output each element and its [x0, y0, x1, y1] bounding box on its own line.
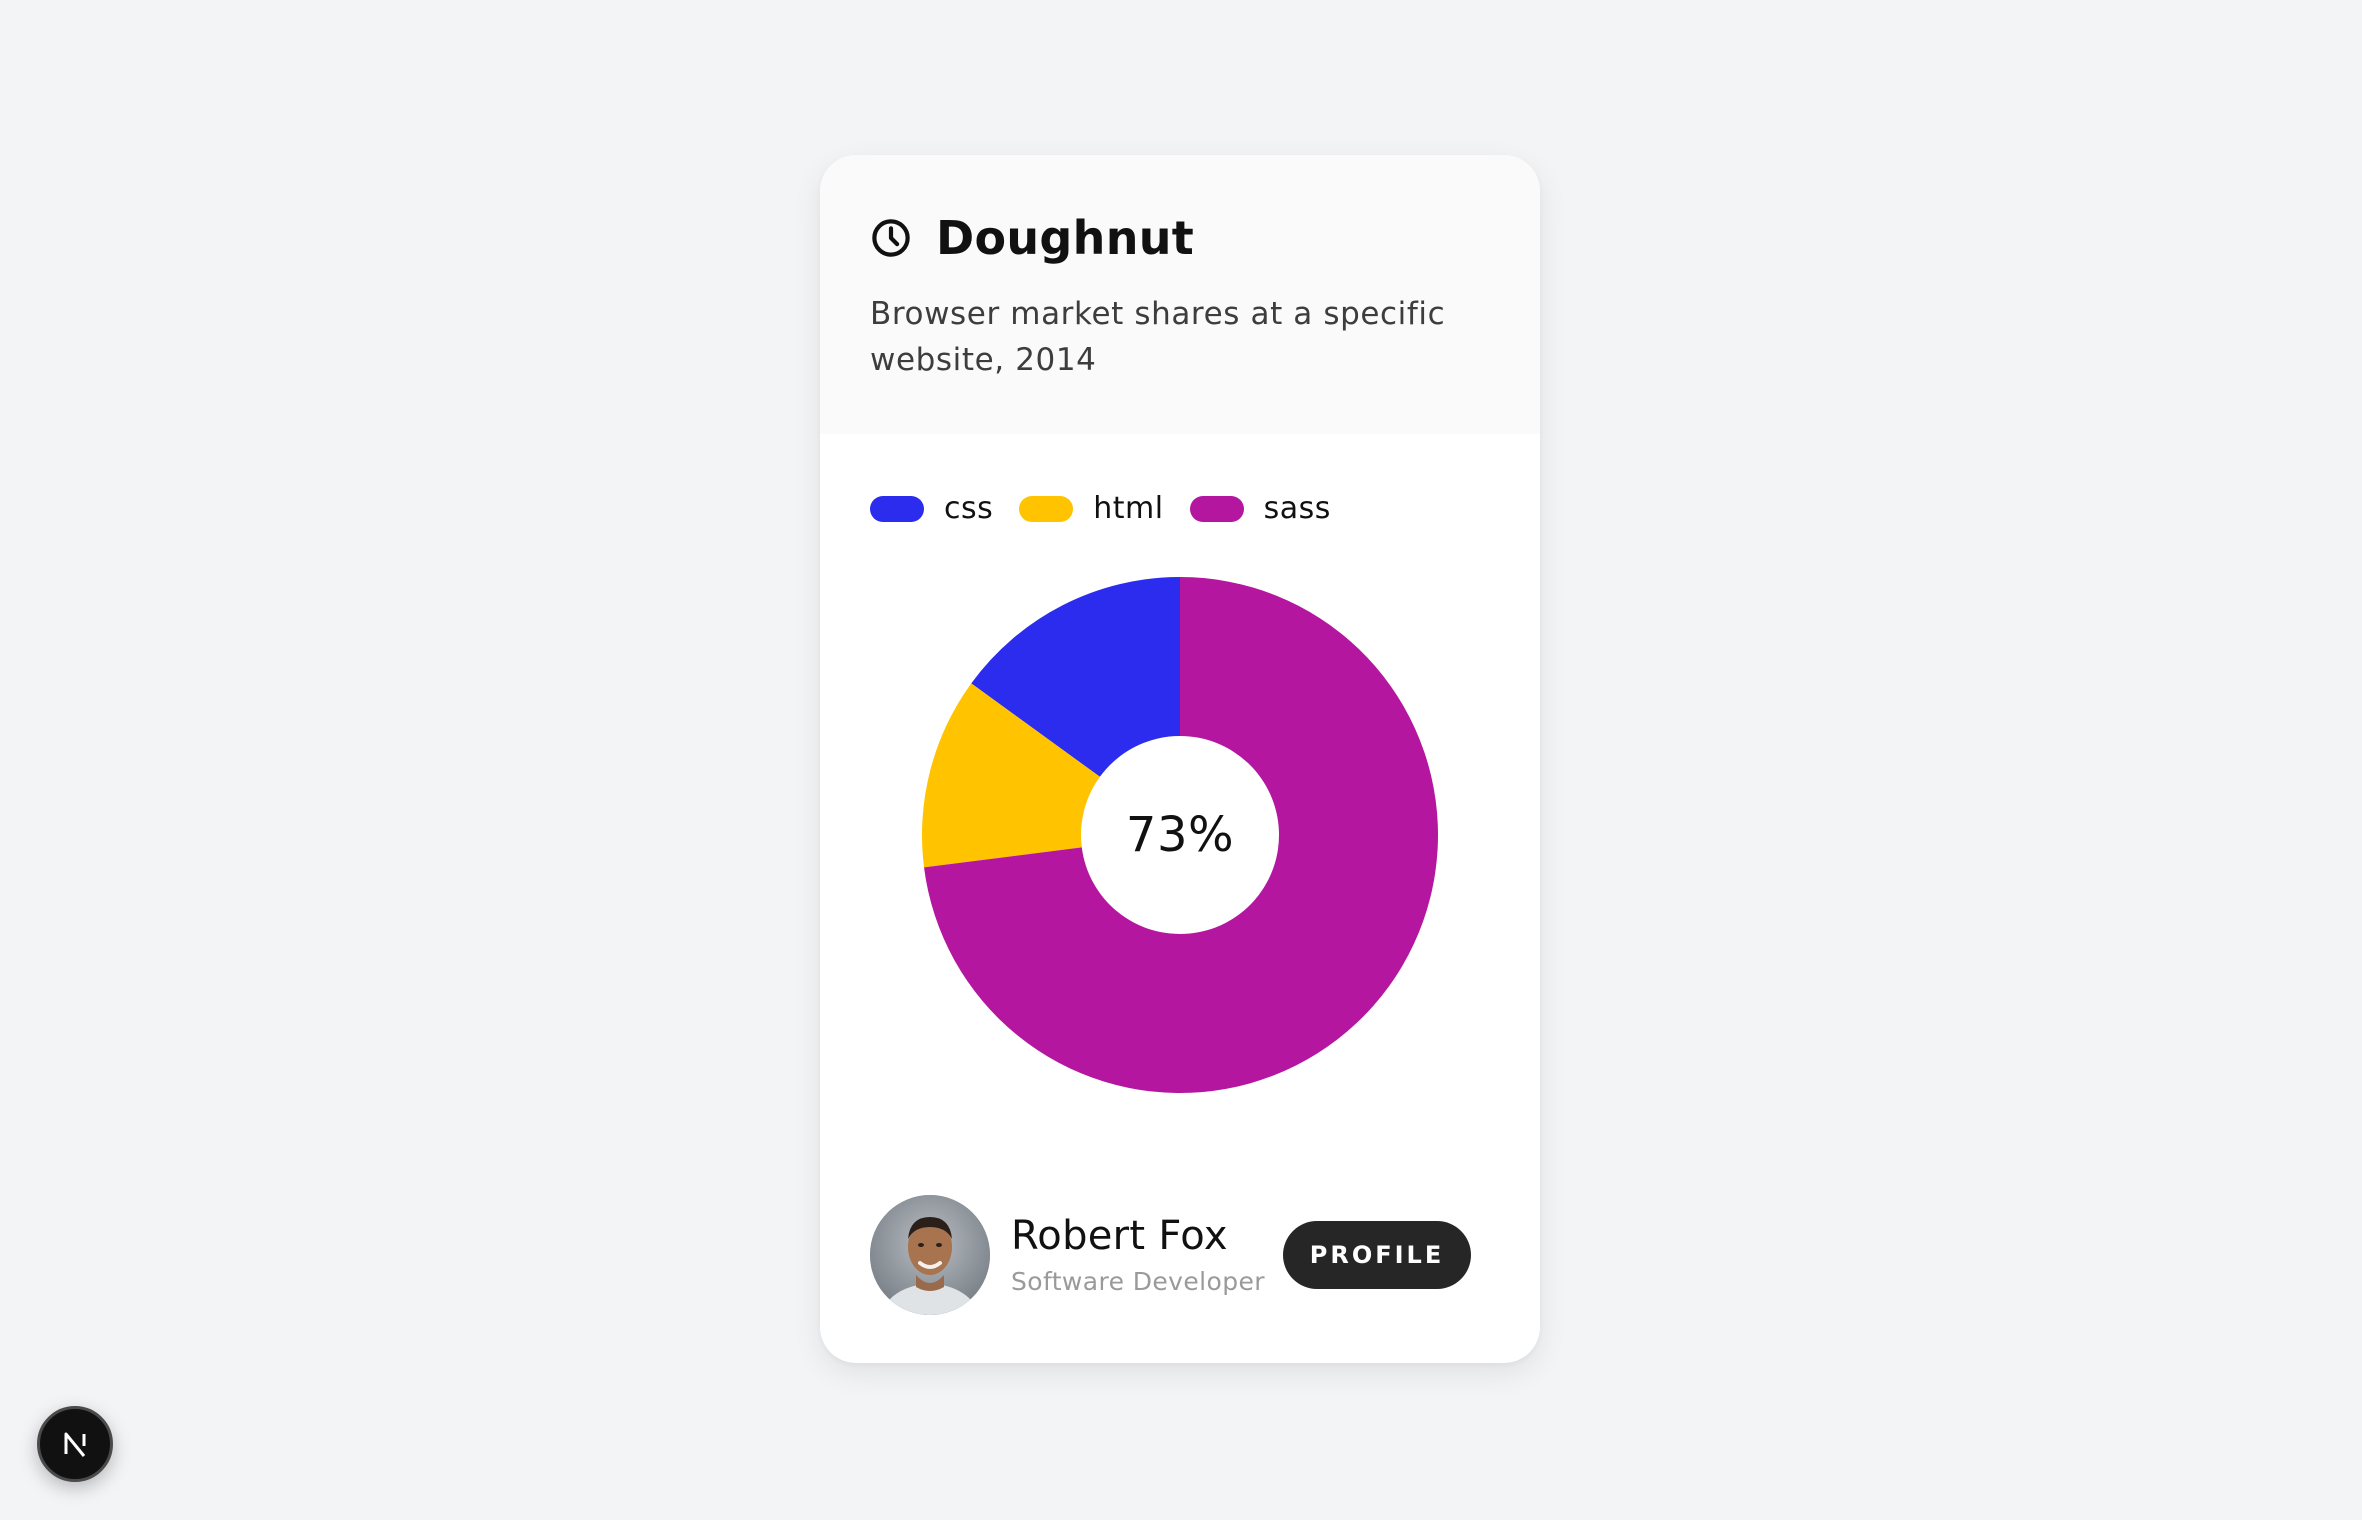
center-percentage: 73% [1125, 807, 1235, 863]
user-footer: Robert Fox Software Developer PROFILE [870, 1195, 1490, 1315]
chart-legend: css html sass [870, 491, 1357, 526]
card-header: Doughnut Browser market shares at a spec… [820, 155, 1540, 434]
profile-button[interactable]: PROFILE [1283, 1221, 1471, 1289]
doughnut-chart: 73% [820, 555, 1540, 1115]
title-row: Doughnut [870, 211, 1490, 265]
legend-label: html [1093, 491, 1164, 526]
legend-label: css [944, 491, 994, 526]
chart-card: Doughnut Browser market shares at a spec… [820, 155, 1540, 1363]
legend-swatch [1019, 495, 1074, 522]
legend-item-html[interactable]: html [1019, 491, 1163, 526]
user-name: Robert Fox [1011, 1213, 1228, 1259]
clock-icon [872, 219, 910, 257]
avatar-image [870, 1195, 990, 1315]
legend-swatch [870, 495, 924, 522]
next-logo-icon [64, 1432, 86, 1457]
card-title: Doughnut [936, 211, 1195, 265]
card-subtitle: Browser market shares at a specific webs… [870, 296, 1446, 378]
legend-item-css[interactable]: css [870, 491, 993, 526]
legend-item-sass[interactable]: sass [1189, 491, 1331, 526]
next-logo-button[interactable] [37, 1406, 113, 1482]
avatar [870, 1195, 990, 1315]
user-role: Software Developer [1011, 1267, 1265, 1296]
legend-swatch [1189, 495, 1244, 522]
legend-label: sass [1263, 491, 1331, 526]
